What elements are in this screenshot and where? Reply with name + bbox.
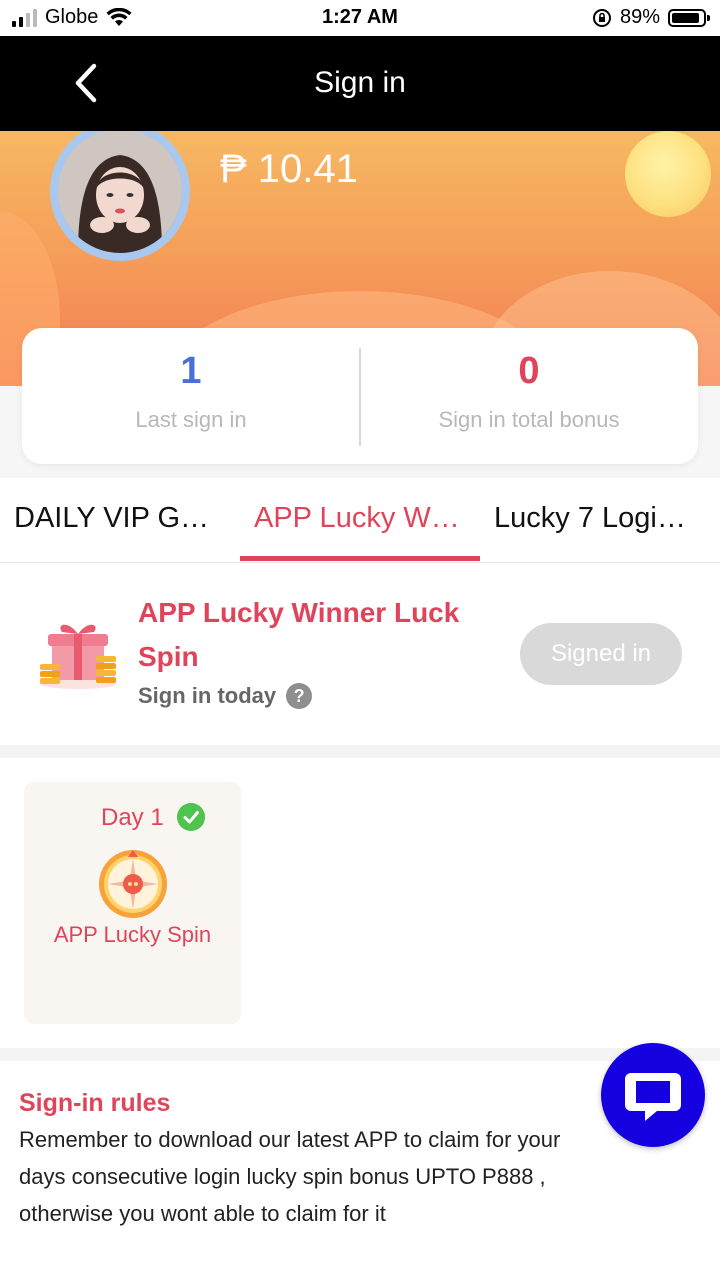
- tab-daily-vip[interactable]: DAILY VIP G…: [14, 502, 209, 535]
- page-title: Sign in: [314, 66, 406, 99]
- wallet-balance: ₱ 10.41: [220, 147, 358, 191]
- help-icon[interactable]: ?: [286, 683, 313, 709]
- sign-in-stats-card: 1 Last sign in 0 Sign in total bonus: [22, 328, 698, 464]
- check-icon: [177, 803, 205, 831]
- stat-label: Sign in total bonus: [438, 407, 620, 432]
- day-rewards: Day 1 APP Lucky Spin: [0, 758, 720, 1048]
- rules-text: Remember to download our latest APP to c…: [19, 1121, 625, 1232]
- orientation-lock-icon: [592, 8, 611, 27]
- gift-box-icon: [40, 624, 116, 689]
- nav-bar: Sign in: [0, 36, 720, 131]
- rules-title: Sign-in rules: [19, 1089, 171, 1117]
- lucky-wheel-icon: [99, 850, 167, 918]
- stat-last-sign-in: 1 Last sign in: [22, 328, 360, 464]
- event-subtitle-row: Sign in today ?: [138, 683, 313, 709]
- active-tab-indicator: [240, 556, 480, 561]
- status-bar: Globe 1:27 AM 89%: [0, 0, 720, 36]
- stat-total-bonus: 0 Sign in total bonus: [360, 328, 698, 464]
- sun-decoration: [625, 131, 711, 217]
- signed-in-button[interactable]: Signed in: [520, 623, 682, 685]
- event-title: APP Lucky Winner Luck Spin: [138, 597, 460, 672]
- event-tabs: DAILY VIP G… APP Lucky W… Lucky 7 Logi…: [0, 478, 720, 563]
- tab-lucky-7-login[interactable]: Lucky 7 Logi…: [494, 502, 686, 535]
- battery-icon: [668, 8, 710, 27]
- stat-value: 1: [180, 350, 202, 392]
- event-summary: APP Lucky Winner Luck Spin Sign in today…: [0, 563, 720, 745]
- day-card[interactable]: Day 1 APP Lucky Spin: [24, 782, 241, 1024]
- rules-line: days consecutive login lucky spin bonus …: [19, 1164, 546, 1189]
- chat-bubble-icon: [625, 1073, 681, 1121]
- rules-line: Remember to download our latest APP to c…: [19, 1127, 561, 1152]
- battery-percent: 89%: [619, 6, 660, 28]
- stat-label: Last sign in: [135, 407, 247, 432]
- reward-name: APP Lucky Spin: [53, 922, 212, 947]
- stat-value: 0: [518, 350, 540, 392]
- event-subtitle: Sign in today: [138, 683, 277, 708]
- avatar[interactable]: [50, 131, 190, 261]
- avatar-image: [58, 131, 182, 253]
- tab-app-lucky-winner[interactable]: APP Lucky W…: [254, 502, 460, 535]
- status-right: 89%: [592, 6, 710, 29]
- day-label: Day 1: [101, 804, 164, 831]
- section-divider: [0, 745, 720, 758]
- live-chat-button[interactable]: [601, 1043, 705, 1147]
- rules-line: otherwise you wont able to claim for it: [19, 1201, 386, 1226]
